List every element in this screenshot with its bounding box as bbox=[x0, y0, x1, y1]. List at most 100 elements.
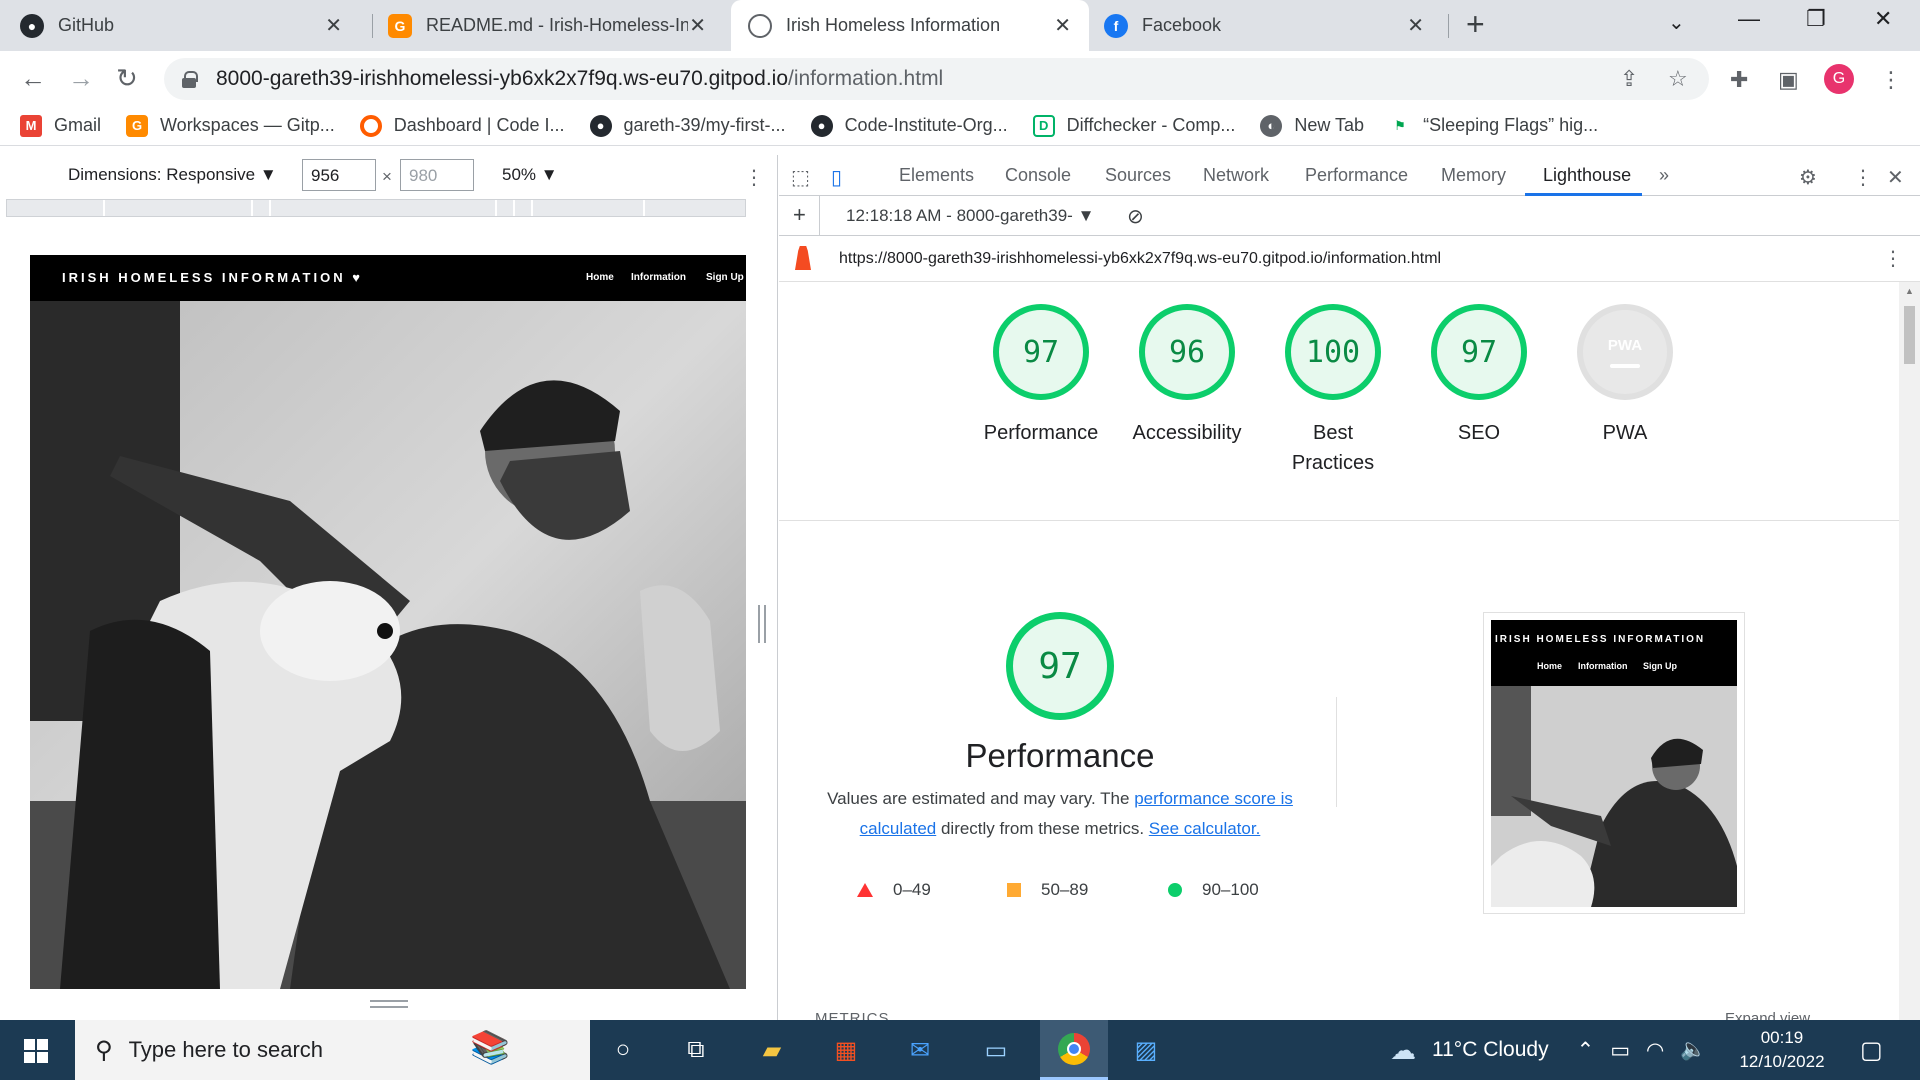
tab-performance[interactable]: Performance bbox=[1305, 165, 1408, 186]
close-tab-icon[interactable]: ✕ bbox=[1054, 13, 1071, 38]
reload-icon[interactable]: ↻ bbox=[116, 63, 138, 94]
tab-irish-homeless-information[interactable]: Irish Homeless Information ✕ bbox=[731, 0, 1089, 51]
devtools-menu-icon[interactable]: ⋮ bbox=[1853, 165, 1873, 190]
volume-icon[interactable]: 🔈 bbox=[1680, 1038, 1706, 1062]
cloud-weather-icon: ☁ bbox=[1390, 1034, 1416, 1065]
zoom-dropdown[interactable]: 50% ▼ bbox=[502, 165, 558, 185]
bookmark-gitpod[interactable]: G Workspaces — Gitp... bbox=[126, 114, 335, 137]
taskbar-clock[interactable]: 00:19 12/10/2022 bbox=[1730, 1026, 1834, 1074]
score-gauge-best-practices[interactable]: 100 Best Practices bbox=[1260, 304, 1406, 478]
resize-handle-right[interactable] bbox=[758, 605, 766, 643]
side-panel-icon[interactable]: ▣ bbox=[1778, 67, 1799, 93]
desc-text: Values are estimated and may vary. The bbox=[827, 789, 1135, 808]
report-url[interactable]: https://8000-gareth39-irishhomelessi-yb6… bbox=[839, 250, 1441, 268]
tab-lighthouse[interactable]: Lighthouse bbox=[1543, 165, 1631, 186]
photos-icon[interactable]: ▨ bbox=[1126, 1030, 1166, 1070]
bookmark-my-first[interactable]: ● gareth-39/my-first-... bbox=[589, 114, 786, 137]
expand-view-toggle[interactable]: Expand view bbox=[1725, 1010, 1810, 1020]
height-input[interactable]: 980 bbox=[400, 159, 474, 191]
bookmark-diffchecker[interactable]: D Diffchecker - Comp... bbox=[1032, 114, 1235, 137]
legend-label: 90–100 bbox=[1202, 880, 1259, 899]
address-bar[interactable]: 8000-gareth39-irishhomelessi-yb6xk2x7f9q… bbox=[164, 58, 1709, 100]
back-arrow-icon[interactable]: ← bbox=[20, 63, 46, 94]
resize-handle-bottom[interactable] bbox=[370, 1000, 408, 1008]
restore-button[interactable]: ❐ bbox=[1806, 6, 1826, 32]
more-menu-icon[interactable]: ⋮ bbox=[1880, 67, 1902, 93]
tab-sources[interactable]: Sources bbox=[1105, 165, 1171, 186]
score-gauge-performance[interactable]: 97 Performance bbox=[968, 304, 1114, 448]
bookmark-code-institute[interactable]: Dashboard | Code I... bbox=[359, 114, 565, 137]
device-more-icon[interactable]: ⋮ bbox=[744, 165, 764, 190]
bookmark-new-tab[interactable]: ◐ New Tab bbox=[1260, 114, 1364, 137]
site-nav-information[interactable]: Information bbox=[631, 272, 686, 283]
pwa-dash bbox=[1610, 363, 1640, 368]
wifi-icon[interactable]: ◠ bbox=[1646, 1038, 1664, 1063]
score-label: SEO bbox=[1457, 422, 1501, 444]
close-window-button[interactable]: ✕ bbox=[1874, 6, 1892, 32]
show-hidden-icons-chevron-icon[interactable]: ⌃ bbox=[1577, 1038, 1595, 1063]
see-calculator-link[interactable]: See calculator. bbox=[1149, 819, 1261, 838]
forward-arrow-icon[interactable]: → bbox=[68, 63, 94, 94]
width-input[interactable]: 956 bbox=[302, 159, 376, 191]
close-tab-icon[interactable]: ✕ bbox=[1407, 13, 1424, 38]
pwa-badge-text: PWA bbox=[1607, 336, 1643, 354]
tab-network[interactable]: Network bbox=[1203, 165, 1269, 186]
score-gauge-pwa[interactable]: PWA PWA bbox=[1552, 304, 1698, 448]
notifications-icon[interactable]: ▢ bbox=[1860, 1036, 1883, 1065]
bookmark-star-icon[interactable]: ☆ bbox=[1668, 66, 1688, 92]
chrome-taskbar-icon[interactable] bbox=[1040, 1020, 1108, 1080]
extensions-puzzle-icon[interactable]: ✚ bbox=[1730, 67, 1748, 93]
tab-memory[interactable]: Memory bbox=[1441, 165, 1506, 186]
windows-start-icon[interactable] bbox=[24, 1039, 48, 1063]
scrollbar-thumb[interactable] bbox=[1904, 306, 1915, 364]
bookmark-sleeping-flags[interactable]: ⚑ “Sleeping Flags” hig... bbox=[1389, 114, 1598, 137]
tab-console[interactable]: Console bbox=[1005, 165, 1071, 186]
device-toggle-icon[interactable]: ▯ bbox=[831, 165, 842, 190]
media-query-ruler[interactable] bbox=[6, 199, 746, 217]
bookmark-gmail[interactable]: M Gmail bbox=[20, 114, 101, 137]
task-view-icon[interactable]: ⧉ bbox=[676, 1030, 716, 1070]
lock-icon[interactable] bbox=[182, 71, 198, 88]
site-brand[interactable]: IRISH HOMELESS INFORMATION ♥ bbox=[62, 270, 363, 285]
new-tab-button[interactable]: + bbox=[1466, 6, 1485, 43]
dropdown-arrow-icon: ▼ bbox=[540, 165, 558, 184]
remote-desktop-icon[interactable]: ▭ bbox=[976, 1030, 1016, 1070]
metrics-section-label: METRICS bbox=[815, 1010, 890, 1020]
weather-text[interactable]: 11°C Cloudy bbox=[1432, 1038, 1549, 1062]
file-explorer-icon[interactable]: ▰ bbox=[752, 1030, 792, 1070]
taskbar-search-box[interactable]: ⚲ Type here to search 📚 bbox=[75, 1020, 590, 1080]
add-report-icon[interactable]: + bbox=[793, 202, 806, 228]
tab-readme[interactable]: G README.md - Irish-Homeless-Inf ✕ bbox=[388, 0, 724, 51]
settings-gear-icon[interactable]: ⚙ bbox=[1799, 165, 1817, 190]
cortana-icon[interactable]: ○ bbox=[603, 1030, 643, 1070]
score-gauge-accessibility[interactable]: 96 Accessibility bbox=[1114, 304, 1260, 448]
tab-facebook[interactable]: f Facebook ✕ bbox=[1104, 0, 1442, 51]
report-scrollbar[interactable]: ▲ bbox=[1899, 282, 1920, 1020]
score-gauge-seo[interactable]: 97 SEO bbox=[1406, 304, 1552, 448]
inspect-element-icon[interactable]: ⬚ bbox=[791, 165, 810, 190]
close-tab-icon[interactable]: ✕ bbox=[689, 13, 706, 38]
report-selector[interactable]: 12:18:18 AM - 8000-gareth39- ▼ bbox=[846, 206, 1094, 226]
tab-github[interactable]: ● GitHub ✕ bbox=[20, 0, 360, 51]
dimensions-dropdown[interactable]: Dimensions: Responsive ▼ bbox=[68, 165, 277, 185]
report-menu-icon[interactable]: ⋮ bbox=[1883, 246, 1903, 271]
microsoft-store-icon[interactable]: ▦ bbox=[826, 1030, 866, 1070]
tab-elements[interactable]: Elements bbox=[899, 165, 974, 186]
scroll-up-arrow-icon[interactable]: ▲ bbox=[1905, 286, 1914, 296]
close-devtools-icon[interactable]: ✕ bbox=[1887, 165, 1904, 190]
share-icon[interactable]: ⇪ bbox=[1620, 66, 1638, 92]
profile-avatar[interactable]: G bbox=[1824, 64, 1854, 94]
final-screenshot-thumbnail[interactable]: IRISH HOMELESS INFORMATION Home Informat… bbox=[1483, 612, 1745, 914]
site-nav-home[interactable]: Home bbox=[586, 272, 614, 283]
minimize-button[interactable]: — bbox=[1738, 6, 1760, 32]
mail-icon[interactable]: ✉ bbox=[900, 1030, 940, 1070]
bookmark-code-institute-org[interactable]: ● Code-Institute-Org... bbox=[810, 114, 1008, 137]
tab-search-chevron-icon[interactable]: ⌄ bbox=[1668, 10, 1685, 35]
close-tab-icon[interactable]: ✕ bbox=[325, 13, 342, 38]
clear-reports-icon[interactable]: ⊘ bbox=[1127, 204, 1144, 229]
battery-icon[interactable]: ▭ bbox=[1610, 1038, 1630, 1063]
average-square-icon bbox=[1007, 883, 1021, 897]
site-nav-sign-up[interactable]: Sign Up bbox=[706, 272, 744, 283]
url-text[interactable]: 8000-gareth39-irishhomelessi-yb6xk2x7f9q… bbox=[216, 67, 943, 91]
more-tabs-icon[interactable]: » bbox=[1659, 165, 1669, 186]
